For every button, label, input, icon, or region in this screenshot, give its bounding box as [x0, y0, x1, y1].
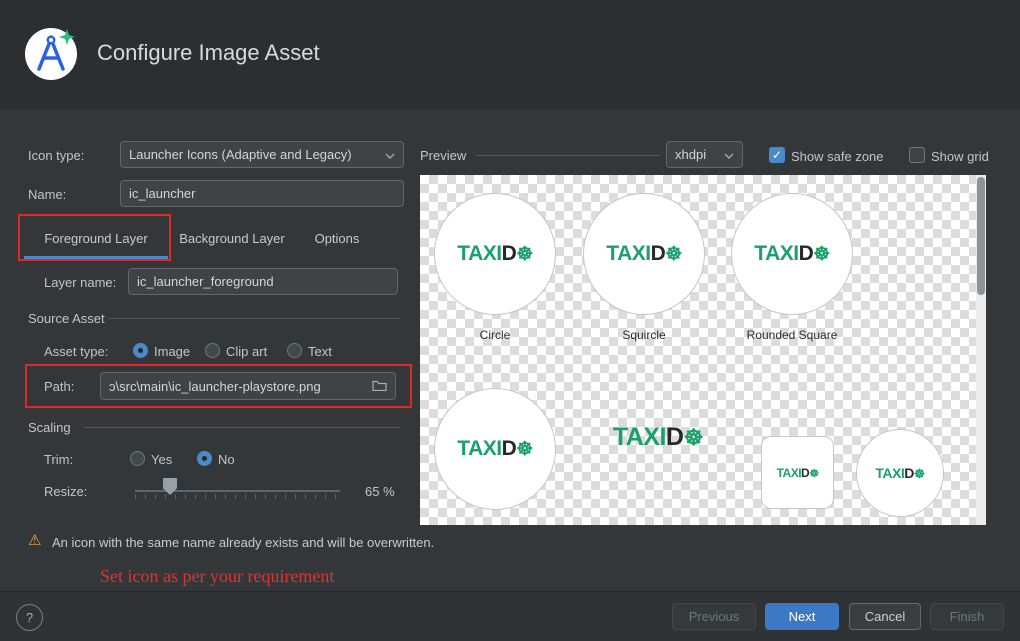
preview-tile-rounded-square: TAXID☸: [731, 193, 853, 315]
warning-text: An icon with the same name already exist…: [52, 535, 434, 550]
preview-tile-full-bleed: TAXID☸: [434, 388, 556, 510]
scaling-separator: [84, 427, 400, 428]
next-button[interactable]: Next: [765, 603, 839, 630]
trim-option-no[interactable]: No: [218, 452, 235, 467]
layer-name-value: ic_launcher_foreground: [137, 274, 274, 289]
preview-tile-circle: TAXID☸: [434, 193, 556, 315]
scaling-section-title: Scaling: [28, 420, 71, 435]
resize-slider-ticks: [135, 494, 341, 499]
density-dropdown[interactable]: xhdpi: [666, 141, 743, 168]
tab-background-layer[interactable]: Background Layer: [176, 231, 288, 246]
asset-type-option-clip-art[interactable]: Clip art: [226, 344, 267, 359]
annotation-text: Set icon as per your requirement: [100, 566, 334, 587]
steering-wheel-icon: ☸: [665, 244, 681, 265]
dialog-title: Configure Image Asset: [97, 40, 320, 66]
asset-type-option-image[interactable]: Image: [154, 344, 190, 359]
tab-options[interactable]: Options: [312, 231, 362, 246]
taxido-logo: TAXID☸: [457, 437, 532, 461]
preview-separator: [476, 155, 660, 156]
preview-tile-foreground-only: TAXID☸: [595, 413, 721, 461]
taxido-logo: TAXID☸: [754, 242, 829, 266]
trim-label: Trim:: [44, 452, 73, 467]
taxido-logo: TAXID☸: [606, 242, 681, 266]
preview-tile-legacy-round: TAXID☸: [856, 429, 944, 517]
icon-type-label: Icon type:: [28, 148, 84, 163]
preview-title: Preview: [420, 148, 466, 163]
dialog-footer: ? Previous Next Cancel Finish: [0, 591, 1020, 641]
taxido-logo: TAXID☸: [457, 242, 532, 266]
source-asset-separator: [108, 318, 400, 319]
finish-button[interactable]: Finish: [930, 603, 1004, 630]
taxido-logo: TAXID☸: [875, 465, 924, 481]
dialog-header: Configure Image Asset: [0, 0, 1020, 110]
layer-name-label: Layer name:: [44, 275, 116, 290]
steering-wheel-icon: ☸: [516, 244, 532, 265]
preview-tile-squircle: TAXID☸: [583, 193, 705, 315]
name-label: Name:: [28, 187, 66, 202]
preview-panel: TAXID☸ Circle TAXID☸ Squircle TAXID☸ Rou…: [420, 175, 986, 525]
chevron-down-icon: [724, 147, 734, 162]
resize-slider-thumb[interactable]: [163, 478, 177, 495]
taxido-logo: TAXID☸: [613, 423, 703, 452]
name-input[interactable]: ic_launcher: [120, 180, 404, 207]
asset-type-label: Asset type:: [44, 344, 108, 359]
trim-radio-no[interactable]: [197, 451, 212, 466]
configure-image-asset-dialog: Configure Image Asset Icon type: Launche…: [0, 0, 1020, 641]
preview-scrollbar-track[interactable]: [976, 175, 986, 525]
preview-tile-legacy-square: TAXID☸: [761, 436, 834, 509]
source-asset-section-title: Source Asset: [28, 311, 105, 326]
name-value: ic_launcher: [129, 186, 196, 201]
show-safe-zone-label[interactable]: Show safe zone: [791, 149, 884, 164]
preview-scrollbar-thumb[interactable]: [977, 177, 985, 295]
layer-name-input[interactable]: ic_launcher_foreground: [128, 268, 398, 295]
steering-wheel-icon: ☸: [516, 439, 532, 460]
taxido-logo: TAXID☸: [777, 466, 819, 480]
steering-wheel-icon: ☸: [809, 468, 818, 480]
trim-option-yes[interactable]: Yes: [151, 452, 172, 467]
icon-type-dropdown[interactable]: Launcher Icons (Adaptive and Legacy): [120, 141, 404, 168]
asset-type-radio-image[interactable]: [133, 343, 148, 358]
show-safe-zone-checkbox[interactable]: ✓: [769, 147, 785, 163]
steering-wheel-icon: ☸: [914, 467, 925, 481]
asset-type-radio-text[interactable]: [287, 343, 302, 358]
asset-type-radio-clip-art[interactable]: [205, 343, 220, 358]
help-button[interactable]: ?: [16, 604, 43, 631]
cancel-button[interactable]: Cancel: [849, 603, 921, 630]
annotation-box-path: [25, 364, 412, 408]
annotation-box-foreground-tab: [18, 214, 171, 261]
icon-type-value: Launcher Icons (Adaptive and Legacy): [129, 147, 352, 162]
chevron-down-icon: [385, 147, 395, 162]
tile-label-rounded-square: Rounded Square: [722, 328, 862, 342]
warning-icon: ⚠: [28, 531, 41, 549]
steering-wheel-icon: ☸: [683, 425, 703, 450]
tile-label-circle: Circle: [445, 328, 545, 342]
tile-label-squircle: Squircle: [594, 328, 694, 342]
trim-radio-yes[interactable]: [130, 451, 145, 466]
resize-label: Resize:: [44, 484, 87, 499]
previous-button[interactable]: Previous: [672, 603, 756, 630]
asset-type-option-text[interactable]: Text: [308, 344, 332, 359]
resize-value: 65 %: [365, 484, 395, 499]
android-studio-logo-icon: [22, 25, 80, 83]
show-grid-label[interactable]: Show grid: [931, 149, 989, 164]
density-value: xhdpi: [675, 147, 706, 162]
show-grid-checkbox[interactable]: [909, 147, 925, 163]
steering-wheel-icon: ☸: [813, 244, 829, 265]
